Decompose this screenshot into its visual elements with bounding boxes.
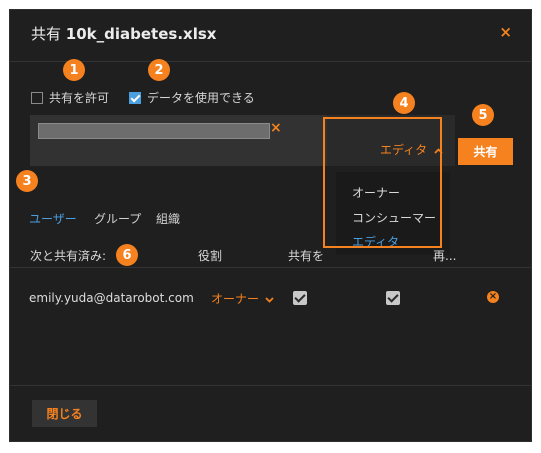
annotation-badge-3: 3 [16, 170, 38, 192]
footer-divider [10, 385, 531, 386]
dialog-title-prefix: 共有 [31, 25, 62, 43]
dialog-title: 共有 10k_diabetes.xlsx [31, 23, 216, 44]
dropdown-highlight-box [323, 117, 442, 248]
can-share-checkbox[interactable] [293, 291, 307, 305]
recipient-chip [38, 123, 270, 139]
row-role-select[interactable]: オーナー [211, 290, 274, 307]
annotation-badge-1: 1 [63, 59, 85, 81]
header-reshare: 再... [433, 249, 457, 263]
can-use-data-checkbox[interactable] [386, 291, 400, 305]
use-data-checkbox[interactable] [129, 91, 141, 104]
tab-organization[interactable]: 組織 [156, 210, 180, 227]
annotation-badge-5: 5 [472, 104, 494, 126]
table-divider [10, 267, 531, 268]
dialog-title-file: 10k_diabetes.xlsx [65, 25, 217, 43]
allow-share-checkbox-row[interactable]: 共有を許可 [31, 89, 109, 106]
close-button[interactable]: 閉じる [32, 400, 97, 427]
annotation-badge-2: 2 [148, 59, 170, 81]
close-icon[interactable]: × [499, 23, 512, 41]
header-shared-with: 次と共有済み: [30, 249, 107, 263]
tab-users[interactable]: ユーザー [29, 210, 77, 227]
chip-remove-icon[interactable]: × [270, 120, 282, 136]
chevron-down-icon [265, 297, 274, 303]
tab-groups[interactable]: グループ [94, 210, 141, 227]
allow-share-label: 共有を許可 [49, 91, 110, 105]
remove-user-icon[interactable]: × [487, 291, 499, 303]
row-email: emily.yuda@datarobot.com [29, 291, 194, 305]
share-dialog: 共有 10k_diabetes.xlsx × 共有を許可 データを使用できる ×… [9, 9, 532, 442]
use-data-checkbox-row[interactable]: データを使用できる [129, 89, 255, 106]
share-button[interactable]: 共有 [458, 138, 513, 165]
annotation-badge-4: 4 [393, 92, 415, 114]
header-role: 役割 [198, 249, 223, 263]
annotation-badge-6: 6 [116, 244, 138, 266]
allow-share-checkbox[interactable] [31, 91, 43, 104]
header-can-share: 共有を [288, 249, 325, 263]
share-recipient-input[interactable]: × [30, 115, 327, 166]
use-data-label: データを使用できる [147, 91, 255, 105]
divider [10, 61, 531, 62]
